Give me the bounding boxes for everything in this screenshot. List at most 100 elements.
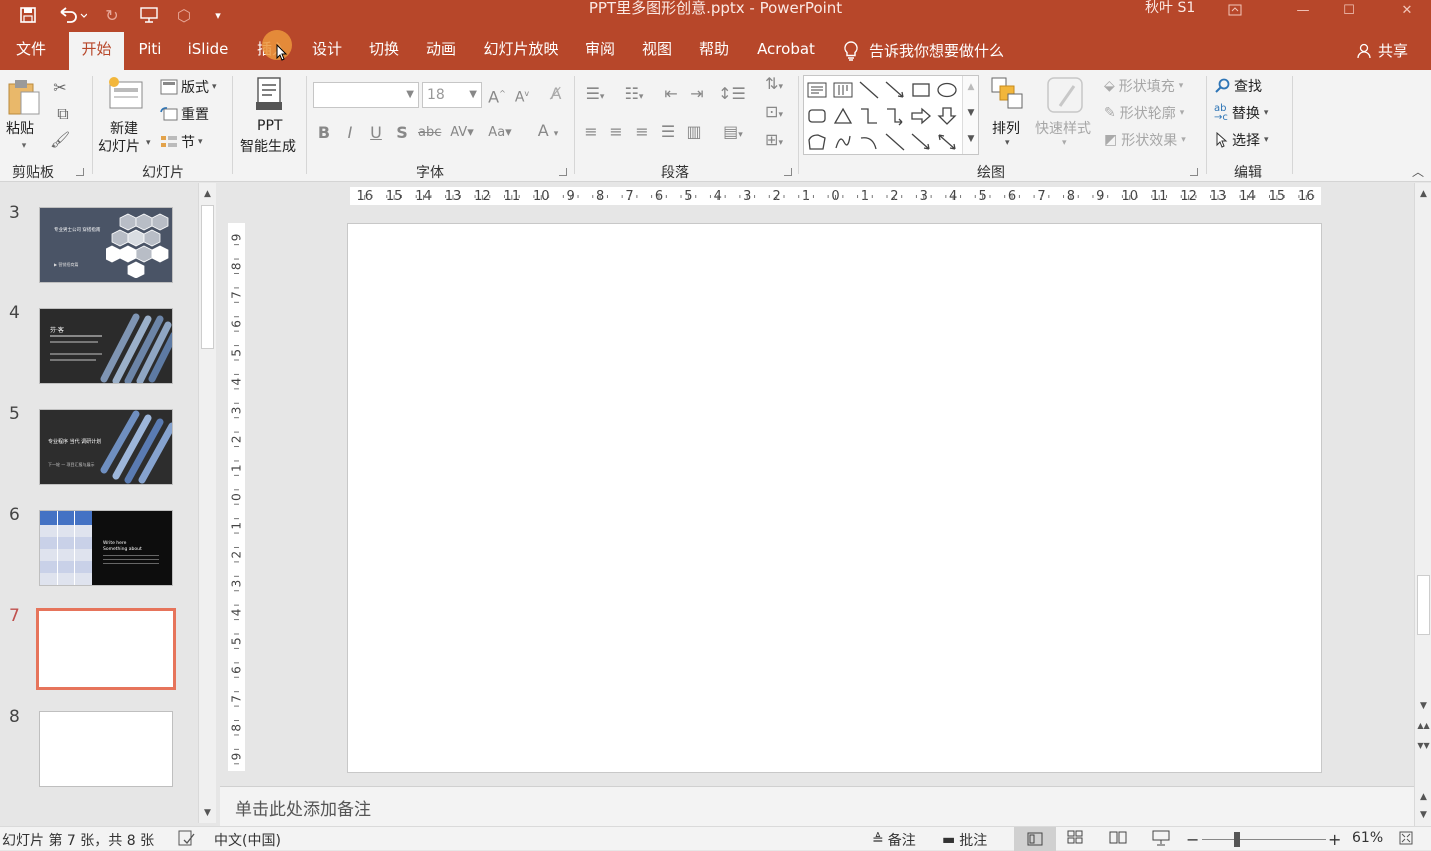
tab-help[interactable]: 帮助 (692, 32, 736, 70)
notes-scrollbar[interactable]: ▲ ▼ (1414, 786, 1431, 826)
bold-icon[interactable]: B (316, 123, 332, 143)
elbow-arrow-shape-icon[interactable] (884, 106, 906, 126)
arrow-line-shape-icon[interactable] (884, 80, 906, 100)
oval-shape-icon[interactable] (936, 80, 958, 100)
undo-icon[interactable] (54, 4, 90, 26)
tab-slideshow[interactable]: 幻灯片放映 (478, 32, 564, 70)
scroll-up-icon[interactable]: ▲ (199, 187, 216, 201)
scribble-shape-icon[interactable] (832, 132, 854, 152)
triangle-shape-icon[interactable] (832, 106, 854, 126)
paste-button[interactable]: 粘贴 ▾ (4, 76, 44, 152)
select-button[interactable]: 选择 ▾ (1214, 129, 1269, 151)
maximize-icon[interactable]: ☐ (1326, 0, 1372, 20)
arrow-down-right-shape-icon[interactable] (910, 132, 932, 152)
thumbnail-scrollbar[interactable]: ▲ ▼ (198, 183, 216, 823)
cut-icon[interactable]: ✂ (50, 78, 70, 98)
increase-indent-icon[interactable]: ⇥ (686, 84, 708, 104)
paste-dropdown-icon[interactable]: ▾ (18, 136, 30, 156)
shapes-gallery-scroll[interactable]: ▲ ▼ ▼ (962, 76, 978, 154)
slide-thumbnail-3[interactable]: 专业男士公司 穿搭指南 ▶ 营销招商篇 (39, 207, 173, 283)
normal-view-button[interactable] (1014, 827, 1056, 851)
editor-scrollbar[interactable]: ▲ ▼ ▲▲ ▼▼ (1414, 183, 1431, 786)
vertical-textbox-shape-icon[interactable] (832, 80, 854, 100)
strikethrough-icon[interactable]: abc (418, 123, 441, 143)
tab-design[interactable]: 设计 (305, 32, 349, 70)
tab-home[interactable]: 开始 (69, 32, 124, 70)
collapse-ribbon-icon[interactable]: ︿ (1408, 162, 1428, 182)
slide-canvas[interactable] (347, 223, 1322, 773)
user-name[interactable]: 秋叶 S1 (1145, 0, 1195, 16)
arc-shape-icon[interactable] (858, 132, 880, 152)
format-painter-icon[interactable]: 🖌 (50, 130, 70, 150)
reading-view-button[interactable] (1109, 830, 1127, 844)
scrollbar-thumb[interactable] (201, 205, 214, 349)
fit-to-window-icon[interactable] (1398, 830, 1414, 846)
decrease-indent-icon[interactable]: ⇤ (660, 84, 682, 104)
font-color-icon[interactable]: A ▾ (531, 121, 565, 144)
rectangle-shape-icon[interactable] (910, 80, 932, 100)
line-spacing-icon[interactable]: ↕☰ (716, 84, 748, 104)
layout-button[interactable]: 版式 ▾ (160, 76, 217, 98)
down-arrow-shape-icon[interactable] (936, 106, 958, 126)
find-button[interactable]: 查找 (1214, 75, 1262, 97)
zoom-slider-thumb[interactable] (1234, 832, 1240, 847)
replace-button[interactable]: ab →c 替换 ▾ (1214, 102, 1268, 124)
reset-button[interactable]: 重置 (160, 103, 209, 125)
slide-thumbnail-4[interactable]: 芬·客 (39, 308, 173, 384)
right-arrow-shape-icon[interactable] (910, 106, 932, 126)
justify-icon[interactable]: ☰ (658, 122, 678, 142)
tab-transitions[interactable]: 切换 (362, 32, 406, 70)
customize-toolbar-icon[interactable]: ▾ (208, 4, 228, 26)
language-indicator[interactable]: 中文(中国) (214, 830, 281, 850)
clear-formatting-icon[interactable]: A̸ (545, 84, 567, 104)
tab-acrobat[interactable]: Acrobat (752, 32, 820, 70)
tell-me-box[interactable]: 告诉我你想要做什么 (843, 32, 1004, 70)
redo-icon[interactable]: ↻ (100, 4, 124, 26)
slideshow-from-start-icon[interactable] (136, 4, 162, 26)
convert-smartart-icon[interactable]: ⊞▾ (758, 130, 790, 153)
previous-slide-icon[interactable]: ▲▲ (1415, 719, 1431, 733)
shape-outline-button[interactable]: ✎ 形状轮廓 ▾ (1104, 102, 1184, 124)
save-icon[interactable] (14, 4, 42, 26)
share-button[interactable]: 共享 (1356, 32, 1408, 70)
zoom-in-icon[interactable]: + (1328, 830, 1341, 849)
slideshow-view-button[interactable] (1152, 830, 1170, 846)
shape-effects-button[interactable]: ◩ 形状效果 ▾ (1104, 129, 1186, 151)
slide-thumbnail-7[interactable] (36, 608, 176, 690)
clipboard-dialog-launcher[interactable] (76, 168, 84, 176)
character-spacing-icon[interactable]: AV▾ (446, 123, 478, 143)
font-size-combo[interactable]: 18 ▼ (422, 82, 482, 108)
gallery-down-icon[interactable]: ▼ (963, 106, 979, 120)
drawing-dialog-launcher[interactable] (1190, 168, 1198, 176)
columns-icon[interactable]: ▤▾ (716, 122, 750, 145)
double-arrow-shape-icon[interactable] (936, 132, 958, 152)
tab-file[interactable]: 文件 (8, 32, 54, 70)
font-name-combo[interactable]: ▼ (313, 82, 419, 108)
new-slide-button[interactable]: 新建 幻灯片 ▾ (98, 76, 156, 158)
shape-fill-button[interactable]: ⬙ 形状填充 ▾ (1104, 75, 1183, 97)
tab-animations[interactable]: 动画 (419, 32, 463, 70)
numbering-icon[interactable]: ☷▾ (618, 84, 650, 107)
diagonal-line-shape-icon[interactable] (884, 132, 906, 152)
shapes-gallery[interactable]: ▲ ▼ ▼ (803, 75, 979, 155)
paragraph-dialog-launcher[interactable] (784, 168, 792, 176)
notes-scroll-down-icon[interactable]: ▼ (1415, 808, 1431, 822)
slide-sorter-button[interactable] (1067, 830, 1083, 844)
gallery-up-icon[interactable]: ▲ (963, 80, 979, 94)
cube-icon[interactable]: ⬡ (172, 4, 196, 26)
gallery-more-icon[interactable]: ▼ (963, 132, 979, 146)
change-case-icon[interactable]: Aa▾ (483, 123, 517, 143)
text-direction-icon[interactable]: ⇅▾ (758, 74, 790, 97)
slide-thumbnail-6[interactable]: Write here Something about (39, 510, 173, 586)
tab-piti[interactable]: Piti (131, 32, 169, 70)
notes-toggle-button[interactable]: ≜ 备注 (872, 830, 916, 850)
underline-icon[interactable]: U (368, 123, 384, 143)
bullets-icon[interactable]: ☰▾ (580, 84, 610, 107)
decrease-font-icon[interactable]: Av (512, 84, 532, 108)
notes-pane[interactable]: 单击此处添加备注 (220, 786, 1414, 826)
align-left-icon[interactable]: ≡ (581, 122, 601, 142)
text-shadow-icon[interactable]: S (394, 123, 410, 143)
line-shape-icon[interactable] (858, 80, 880, 100)
increase-font-icon[interactable]: A^ (487, 84, 507, 107)
textbox-shape-icon[interactable] (806, 80, 828, 100)
